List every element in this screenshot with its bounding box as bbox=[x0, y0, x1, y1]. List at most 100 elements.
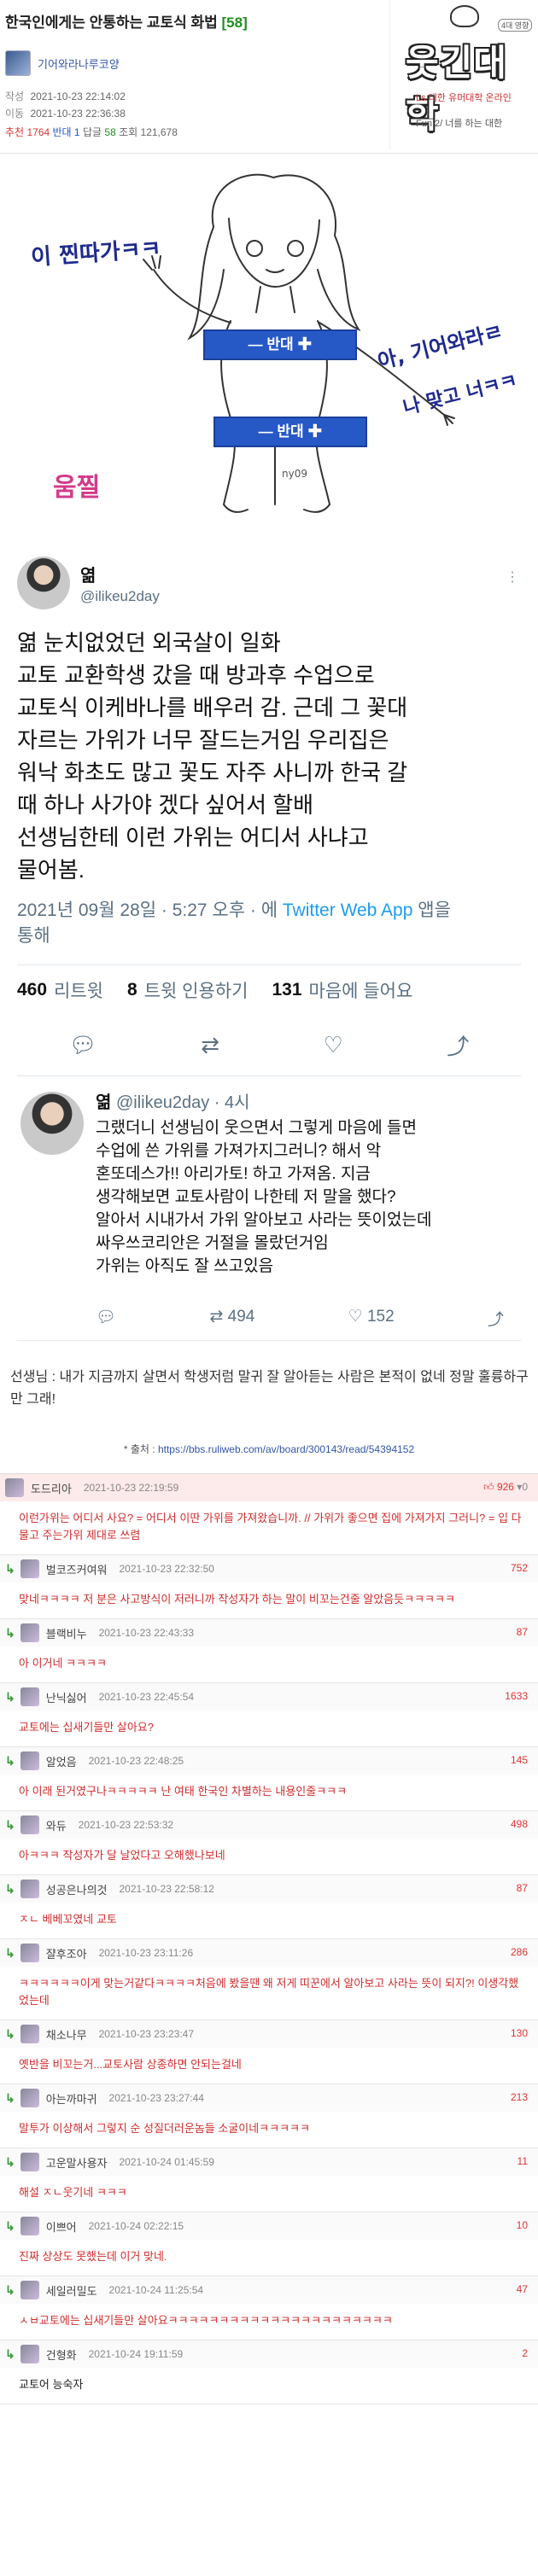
censor-bar-bottom: — 반대 ✚ bbox=[213, 417, 367, 447]
tweet-card: 엶 @ilikeu2day ⋮ 엶 눈치없었던 외국살이 일화 교토 교환학생 … bbox=[17, 550, 521, 1076]
comment-likes[interactable]: 752 bbox=[511, 1562, 528, 1574]
commenter-avatar[interactable] bbox=[5, 1478, 24, 1497]
comment-date: 2021-10-23 23:11:26 bbox=[98, 1947, 194, 1959]
comment-body: 아ㅋㅋㅋ 작성자가 달 날었다고 오해했나보네 bbox=[19, 1849, 225, 1862]
site-logo[interactable]: 4대 영향 웃긴대학 Ls 대한 유머대학 온라인 Fun 2/ 너를 하는 대… bbox=[389, 0, 538, 150]
commenter-avatar[interactable] bbox=[20, 2025, 39, 2043]
comment-like-count: 145 bbox=[510, 1754, 528, 1766]
tweet-body: 엶 눈치없었던 외국살이 일화 교토 교환학생 갔을 때 방과후 수업으로 교토… bbox=[17, 630, 408, 883]
commenter-nick[interactable]: 고운말사용자 bbox=[46, 2154, 108, 2171]
commenter-nick[interactable]: 벌코즈커여워 bbox=[46, 1561, 108, 1577]
reply-content: 엶 @ilikeu2day · 4시 그랬더니 선생님이 웃으면서 그렇게 마음… bbox=[96, 1088, 516, 1278]
like-count[interactable]: 131 bbox=[272, 980, 301, 1000]
commenter-avatar[interactable] bbox=[20, 1623, 39, 1642]
tweet-actions: 💬︎ ⇄ ♡ ⤴ bbox=[17, 1015, 521, 1076]
comment-likes[interactable]: 498 bbox=[511, 1818, 528, 1830]
tweet-app-link[interactable]: Twitter Web App bbox=[283, 900, 413, 920]
comment-date: 2021-10-23 22:58:12 bbox=[119, 1883, 214, 1895]
comment-row: ↳ 성공은나의것 2021-10-23 22:58:12 87 ㅈㄴ 베베꼬였네 교토 bbox=[0, 1875, 538, 1939]
reply-arrow-icon: ↳ bbox=[5, 1881, 15, 1896]
reply-author-handle[interactable]: @ilikeu2day · 4시 bbox=[116, 1093, 250, 1112]
retweet-icon[interactable]: ⇄ bbox=[201, 1032, 219, 1058]
comment-header: ↳ 블랙비누 2021-10-23 22:43:33 bbox=[0, 1619, 538, 1646]
commenter-nick[interactable]: 와듀 bbox=[46, 1817, 67, 1833]
like-icon[interactable]: ♡ bbox=[323, 1032, 342, 1058]
commenter-nick[interactable]: 이쁘어 bbox=[46, 2218, 77, 2235]
source-link[interactable]: https://bbs.ruliweb.com/av/board/300143/… bbox=[158, 1443, 414, 1455]
reply-arrow-icon: ↳ bbox=[5, 2218, 15, 2233]
commenter-nick[interactable]: 세일러밀도 bbox=[46, 2282, 97, 2299]
reply-icon[interactable]: 💬︎ bbox=[69, 1032, 97, 1058]
reply-reply-icon[interactable]: 💬︎ bbox=[96, 1307, 116, 1330]
commenter-avatar[interactable] bbox=[20, 2153, 39, 2171]
reply-avatar[interactable] bbox=[20, 1092, 84, 1155]
reply-count: 58 bbox=[104, 126, 116, 138]
tweet-avatar[interactable] bbox=[17, 557, 70, 609]
tweet-reply: 엶 @ilikeu2day · 4시 그랬더니 선생님이 웃으면서 그렇게 마음… bbox=[17, 1076, 521, 1341]
commenter-nick[interactable]: 알었음 bbox=[46, 1753, 77, 1769]
reply-arrow-icon: ↳ bbox=[5, 2346, 15, 2361]
comment-likes[interactable]: 47 bbox=[517, 2283, 528, 2295]
reply-like-count: 152 bbox=[366, 1308, 395, 1326]
comment-dislike-icon[interactable]: ▾0 bbox=[514, 1481, 528, 1493]
commenter-nick[interactable]: 성공은나의것 bbox=[46, 1881, 108, 1897]
commenter-avatar[interactable] bbox=[20, 1751, 39, 1770]
created-meta: 작성 2021-10-23 22:14:02 bbox=[5, 89, 126, 103]
comment-likes[interactable]: 87 bbox=[517, 1882, 528, 1894]
author-avatar[interactable] bbox=[5, 50, 31, 76]
comment-row: ↳ 알었음 2021-10-23 22:48:25 145 아 이래 된거였구나ㅋㅋㅋㅋ… bbox=[0, 1747, 538, 1811]
commenter-nick[interactable]: 아는까마귀 bbox=[46, 2090, 97, 2107]
comment-likes[interactable]: 213 bbox=[511, 2091, 528, 2103]
comment-count[interactable]: [58] bbox=[222, 15, 248, 31]
commenter-avatar[interactable] bbox=[20, 1944, 39, 1962]
comment-likes[interactable]: 286 bbox=[511, 1946, 528, 1958]
best-comment: 도드리아 2021-10-23 22:19:59 👍︎ 926 ▾0 이런가위는 어디… bbox=[0, 1474, 538, 1555]
commenter-nick[interactable]: 난닉싫어 bbox=[46, 1689, 87, 1705]
commenter-avatar[interactable] bbox=[20, 1880, 39, 1898]
source-line: * 출처 : https://bbs.ruliweb.com/av/board/… bbox=[0, 1430, 538, 1473]
tweet-author-name[interactable]: 엶 bbox=[80, 562, 160, 586]
thumb-icon: 👍︎ bbox=[483, 1481, 497, 1493]
comment-header: ↳ 알었음 2021-10-23 22:48:25 bbox=[0, 1747, 538, 1775]
reply-retweet-count: 494 bbox=[227, 1308, 255, 1326]
retweet-count[interactable]: 460 bbox=[17, 980, 47, 1000]
share-icon[interactable]: ⤴ bbox=[447, 1029, 469, 1061]
quote-count[interactable]: 8 bbox=[127, 980, 137, 1000]
tweet-author-handle[interactable]: @ilikeu2day bbox=[80, 588, 160, 605]
comment-body: 교토어 능숙자 bbox=[19, 2378, 84, 2391]
reply-author-name[interactable]: 엶 bbox=[96, 1093, 111, 1112]
commenter-avatar[interactable] bbox=[20, 2217, 39, 2235]
more-options-icon[interactable]: ⋮ bbox=[506, 568, 519, 586]
commenter-avatar[interactable] bbox=[20, 2345, 39, 2363]
commenter-avatar[interactable] bbox=[20, 1815, 39, 1834]
reply-actions: 💬︎ ⇄ 494 ♡ 152 ⤴ bbox=[96, 1307, 504, 1330]
commenter-avatar[interactable] bbox=[20, 2089, 39, 2107]
comment-like-count: 2 bbox=[522, 2347, 528, 2359]
reply-label: 답글 bbox=[82, 126, 102, 138]
reply-like[interactable]: ♡ 152 bbox=[348, 1307, 395, 1330]
commenter-nick[interactable]: 채소나무 bbox=[46, 2026, 87, 2043]
comment-likes[interactable]: 130 bbox=[511, 2027, 528, 2039]
moved-label: 이동 bbox=[5, 108, 25, 119]
commenter-nick[interactable]: 블랙비누 bbox=[46, 1625, 87, 1641]
comment-likes[interactable]: 11 bbox=[518, 2155, 528, 2167]
upvote-label: 추천 bbox=[5, 126, 25, 138]
comment-body: 해설 ㅈㄴ웃기네 ㅋㅋㅋ bbox=[19, 2186, 127, 2199]
comment-likes[interactable]: 2 bbox=[522, 2347, 528, 2359]
commenter-avatar[interactable] bbox=[20, 2281, 39, 2299]
comment-likes[interactable]: 145 bbox=[511, 1754, 528, 1766]
commenter-nick[interactable]: 건형화 bbox=[46, 2346, 77, 2363]
commenter-avatar[interactable] bbox=[20, 1559, 39, 1578]
reply-share-icon[interactable]: ⤴ bbox=[488, 1307, 504, 1330]
comment-likes[interactable]: 87 bbox=[517, 1626, 528, 1638]
comment-likes[interactable]: 1633 bbox=[505, 1690, 528, 1702]
commenter-nick[interactable]: 쟐후조아 bbox=[46, 1945, 87, 1961]
commenter-nick[interactable]: 도드리아 bbox=[31, 1480, 72, 1496]
comment-header: ↳ 이쁘어 2021-10-24 02:22:15 bbox=[0, 2212, 538, 2240]
reply-retweet[interactable]: ⇄ 494 bbox=[209, 1307, 254, 1330]
comment-likes[interactable]: 👍︎ 926 ▾0 bbox=[483, 1481, 528, 1494]
author-name[interactable]: 기어와라나루코양 bbox=[38, 55, 120, 72]
commenter-avatar[interactable] bbox=[20, 1687, 39, 1706]
comment-likes[interactable]: 10 bbox=[517, 2219, 528, 2231]
reply-arrow-icon: ↳ bbox=[5, 2026, 15, 2041]
